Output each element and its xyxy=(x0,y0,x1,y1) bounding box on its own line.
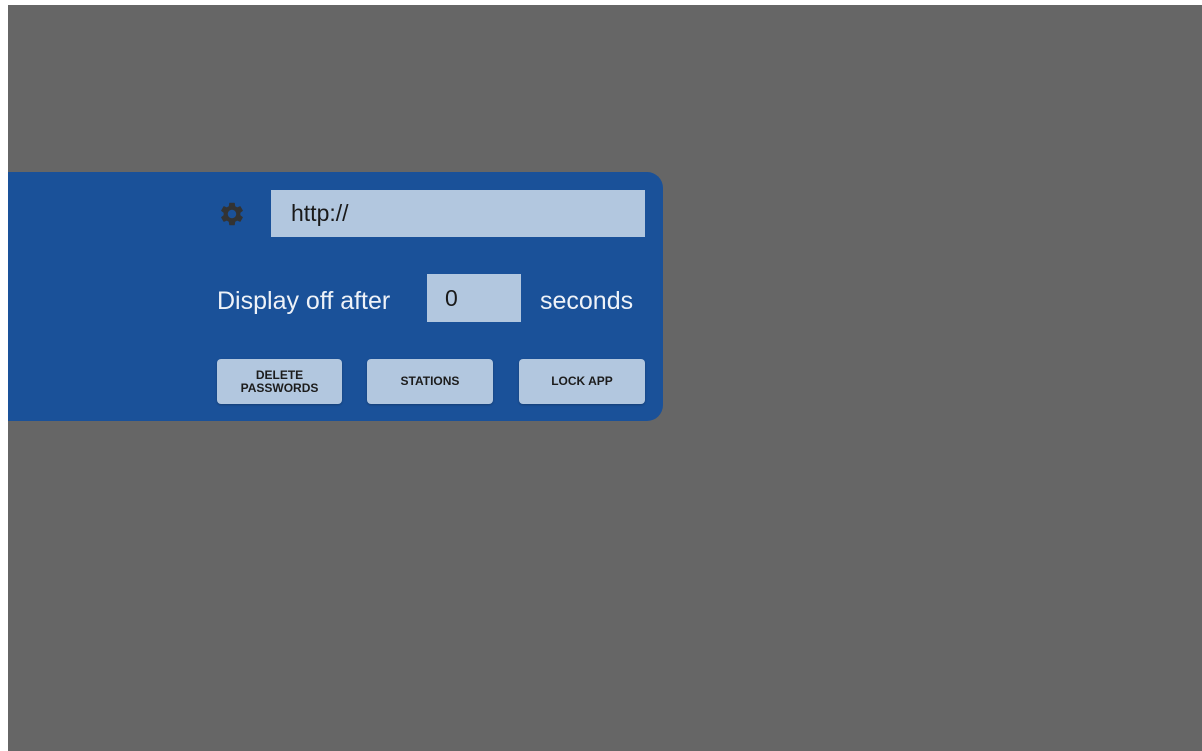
display-off-seconds-input[interactable] xyxy=(427,274,521,322)
gear-icon[interactable] xyxy=(218,200,246,228)
delete-passwords-button[interactable]: DELETE PASSWORDS xyxy=(217,359,342,404)
display-off-label: Display off after xyxy=(217,287,391,315)
seconds-label: seconds xyxy=(540,287,634,315)
lock-app-label: LOCK APP xyxy=(551,374,613,388)
stations-label: STATIONS xyxy=(400,374,460,388)
stations-button[interactable]: STATIONS xyxy=(367,359,493,404)
delete-passwords-label: DELETE PASSWORDS xyxy=(240,367,319,395)
app-background: Display off after seconds DELETE PASSWOR… xyxy=(8,5,1202,751)
lock-app-button[interactable]: LOCK APP xyxy=(519,359,645,404)
url-input[interactable] xyxy=(271,190,645,237)
